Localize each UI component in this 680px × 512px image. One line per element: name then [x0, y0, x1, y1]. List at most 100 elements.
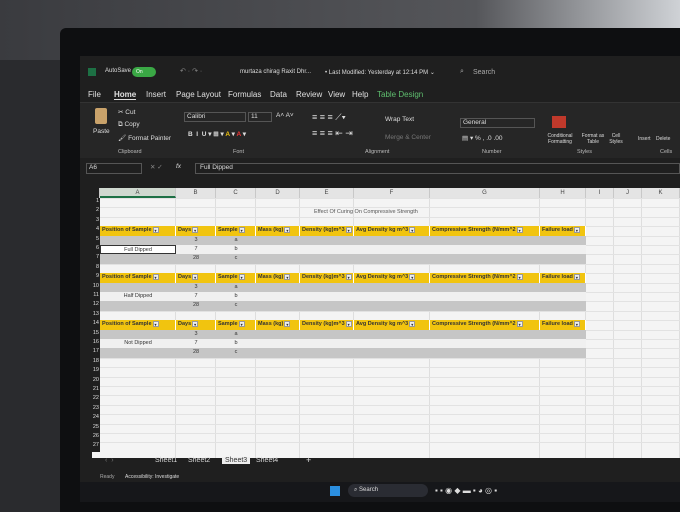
- row-header[interactable]: 23: [92, 404, 100, 415]
- days-cell[interactable]: 3: [176, 283, 216, 292]
- row-header[interactable]: 25: [92, 423, 100, 433]
- fx-icon[interactable]: fx: [176, 163, 181, 170]
- column-header-I[interactable]: I: [586, 188, 614, 198]
- row-header[interactable]: 2: [92, 207, 100, 217]
- table-header-cell[interactable]: Sample ▾: [216, 273, 256, 283]
- row-header[interactable]: 3: [92, 216, 100, 227]
- table-header-cell[interactable]: Mass (kg) ▾: [256, 273, 300, 283]
- table-header-cell[interactable]: Density (kg)m^3 ▾: [300, 226, 354, 236]
- name-box[interactable]: A6: [86, 163, 142, 174]
- cut-button[interactable]: ✂ Cut: [118, 108, 135, 116]
- sample-cell[interactable]: a: [216, 330, 256, 339]
- row-header[interactable]: 9: [92, 273, 100, 283]
- column-header-E[interactable]: E: [300, 188, 354, 198]
- position-cell[interactable]: Not Dipped: [100, 339, 176, 348]
- tab-formulas[interactable]: Formulas: [228, 90, 261, 99]
- row-header[interactable]: 10: [92, 282, 100, 292]
- cell-styles-button[interactable]: Cell Styles: [605, 133, 627, 145]
- days-cell[interactable]: 3: [176, 330, 216, 339]
- sample-cell[interactable]: b: [216, 245, 256, 254]
- column-header-C[interactable]: C: [216, 188, 256, 198]
- format-as-table-button[interactable]: Format as Table: [578, 133, 608, 145]
- table-header-cell[interactable]: Failure load ▾: [540, 273, 586, 283]
- tab-help[interactable]: Help: [352, 90, 368, 99]
- column-header-A[interactable]: A: [100, 188, 176, 198]
- filter-dropdown-icon[interactable]: ▾: [573, 320, 580, 327]
- filter-dropdown-icon[interactable]: ▾: [516, 273, 523, 280]
- search-box[interactable]: Search: [473, 69, 495, 76]
- filter-dropdown-icon[interactable]: ▾: [409, 273, 416, 280]
- table-header-cell[interactable]: Sample ▾: [216, 226, 256, 236]
- table-header-cell[interactable]: Avg Density kg m^3 ▾: [354, 273, 430, 283]
- filter-dropdown-icon[interactable]: ▾: [152, 226, 159, 233]
- position-cell[interactable]: Full Dipped: [100, 245, 176, 255]
- copy-button[interactable]: ⧉ Copy: [118, 121, 140, 129]
- table-header-cell[interactable]: Sample ▾: [216, 320, 256, 330]
- autosave-toggle[interactable]: On: [132, 67, 156, 77]
- days-cell[interactable]: 28: [176, 301, 216, 310]
- file-name[interactable]: murtaza chirag Raxit Dhr...: [240, 69, 311, 75]
- merge-center-button[interactable]: Merge & Center: [385, 134, 431, 141]
- formula-input[interactable]: Full Dipped: [195, 163, 680, 174]
- table-header-cell[interactable]: Avg Density kg m^3 ▾: [354, 226, 430, 236]
- filter-dropdown-icon[interactable]: ▾: [345, 320, 352, 327]
- filter-dropdown-icon[interactable]: ▾: [238, 320, 245, 327]
- row-header[interactable]: 14: [92, 320, 100, 330]
- sheet-tab[interactable]: Sheet3: [222, 457, 251, 464]
- table-header-cell[interactable]: Density (kg)m^3 ▾: [300, 320, 354, 330]
- table-header-cell[interactable]: Compressive Strength (N/mm^2 ▾: [430, 273, 540, 283]
- days-cell[interactable]: 28: [176, 254, 216, 263]
- filter-dropdown-icon[interactable]: ▾: [284, 320, 291, 327]
- paste-button[interactable]: Paste: [93, 128, 110, 135]
- taskbar-search[interactable]: ⌕ Search: [348, 484, 428, 497]
- tab-table-design[interactable]: Table Design: [377, 90, 423, 99]
- accessibility-status[interactable]: Accessibility: Investigate: [125, 474, 179, 480]
- row-header[interactable]: 20: [92, 376, 100, 386]
- days-cell[interactable]: 28: [176, 348, 216, 357]
- row-header[interactable]: 15: [92, 329, 100, 339]
- filter-dropdown-icon[interactable]: ▾: [192, 320, 199, 327]
- table-header-cell[interactable]: Compressive Strength (N/mm^2 ▾: [430, 226, 540, 236]
- delete-cells-button[interactable]: Delete: [656, 136, 670, 142]
- conditional-formatting-button[interactable]: Conditional Formatting: [540, 133, 580, 145]
- undo-redo-icons[interactable]: ↶ · ↷ ·: [180, 67, 202, 75]
- table-header-cell[interactable]: Mass (kg) ▾: [256, 226, 300, 236]
- column-header-J[interactable]: J: [614, 188, 642, 198]
- row-header[interactable]: 16: [92, 339, 100, 349]
- horizontal-align-buttons[interactable]: ≡ ≡ ≡ ⇤ ⇥: [312, 128, 353, 139]
- sample-cell[interactable]: b: [216, 292, 256, 301]
- days-cell[interactable]: 7: [176, 245, 216, 254]
- filter-dropdown-icon[interactable]: ▾: [573, 226, 580, 233]
- tab-data[interactable]: Data: [270, 90, 287, 99]
- sample-cell[interactable]: c: [216, 254, 256, 263]
- row-header[interactable]: 24: [92, 414, 100, 424]
- table-header-cell[interactable]: Position of Sample ▾: [100, 273, 176, 283]
- sample-cell[interactable]: a: [216, 236, 256, 245]
- filter-dropdown-icon[interactable]: ▾: [284, 226, 291, 233]
- row-header[interactable]: 6: [92, 245, 100, 255]
- font-size-select[interactable]: 11: [248, 112, 272, 122]
- filter-dropdown-icon[interactable]: ▾: [516, 226, 523, 233]
- tab-view[interactable]: View: [328, 90, 345, 99]
- spreadsheet-grid[interactable]: A B C D E F G H I J K 1 2 3 4 5 6 7 8 9 10 11 12 13 14 15 16 17 18 19…: [92, 188, 680, 458]
- row-header[interactable]: 1: [92, 198, 100, 208]
- row-header[interactable]: 4: [92, 226, 100, 236]
- taskbar-app-icons[interactable]: ▪ ▪ ◉ ◆ ▬ ▪ ◕ ◎ ▪: [435, 486, 497, 495]
- column-header-D[interactable]: D: [256, 188, 300, 198]
- row-header[interactable]: 22: [92, 395, 100, 405]
- filter-dropdown-icon[interactable]: ▾: [516, 320, 523, 327]
- row-header[interactable]: 12: [92, 301, 100, 311]
- font-name-select[interactable]: Calibri: [184, 112, 246, 122]
- filter-dropdown-icon[interactable]: ▾: [345, 273, 352, 280]
- table-header-cell[interactable]: Failure load ▾: [540, 320, 586, 330]
- table-header-cell[interactable]: Position of Sample ▾: [100, 320, 176, 330]
- table-header-cell[interactable]: Days ▾: [176, 226, 216, 236]
- sheet-nav-arrows[interactable]: ‹ ›: [105, 457, 114, 464]
- alignment-buttons[interactable]: ≡ ≡ ≡ ⟋▾: [312, 112, 346, 123]
- tab-file[interactable]: File: [88, 90, 101, 99]
- tab-home[interactable]: Home: [114, 90, 137, 100]
- row-header[interactable]: 8: [92, 263, 100, 274]
- table-header-cell[interactable]: Position of Sample ▾: [100, 226, 176, 236]
- filter-dropdown-icon[interactable]: ▾: [238, 273, 245, 280]
- row-header[interactable]: 21: [92, 386, 100, 396]
